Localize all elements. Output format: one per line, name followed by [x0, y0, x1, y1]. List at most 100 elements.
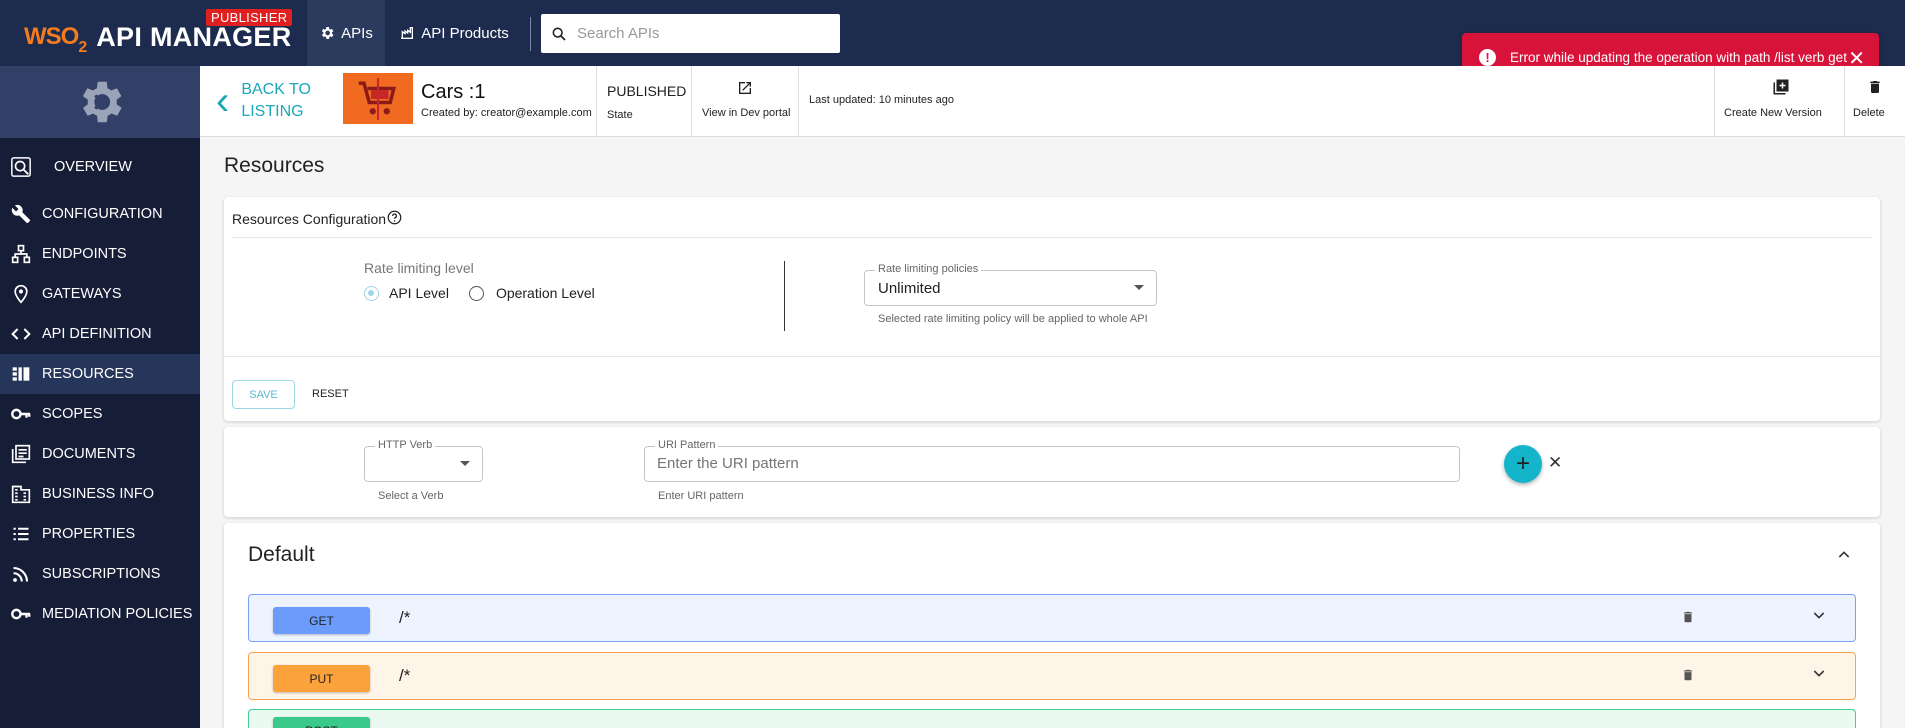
sidebar-item-label: ENDPOINTS — [42, 246, 127, 262]
sidebar-item-scopes[interactable]: SCOPES — [0, 394, 200, 434]
shopping-cart-icon — [358, 77, 396, 120]
sidebar-item-label: MEDIATION POLICIES — [42, 606, 193, 622]
sidebar-item-overview[interactable]: OVERVIEW — [0, 147, 200, 187]
create-new-version-label: Create New Version — [1724, 107, 1822, 119]
location-icon — [10, 283, 32, 305]
nav-apis[interactable]: APIs — [307, 0, 385, 66]
sidebar-item-label: CONFIGURATION — [42, 206, 163, 222]
last-updated-text: Last updated: 10 minutes ago — [809, 94, 954, 106]
vertical-divider — [784, 261, 785, 331]
api-level-label: API Level — [389, 285, 449, 301]
search-input[interactable] — [577, 25, 817, 42]
rate-limiting-level-group: API Level Operation Level — [364, 285, 595, 301]
save-button[interactable]: SAVE — [232, 380, 295, 409]
search-icon — [552, 27, 566, 41]
http-verb-select[interactable]: HTTP Verb — [364, 439, 483, 482]
resources-configuration-title-text: Resources Configuration — [232, 211, 387, 227]
operation-row-get[interactable]: GET /* — [248, 594, 1856, 642]
rate-limiting-policy-helper: Selected rate limiting policy will be ap… — [878, 313, 1148, 325]
api-header-bar: ‹ BACK TO LISTING Cars :1 Created by: cre… — [200, 66, 1905, 137]
clear-resource-button[interactable]: ✕ — [1548, 453, 1562, 473]
endpoints-icon — [10, 243, 32, 265]
trash-icon[interactable] — [1681, 609, 1695, 625]
nav-apis-label: APIs — [341, 24, 373, 42]
wso2-logo[interactable]: WSO2 API MANAGER — [24, 21, 292, 57]
uri-pattern-legend: URI Pattern — [655, 439, 719, 451]
publisher-badge: PUBLISHER — [206, 9, 293, 26]
sidebar-item-api-definition[interactable]: API DEFINITION — [0, 314, 200, 354]
resources-configuration-card: Resources Configuration Rate limiting le… — [224, 197, 1880, 421]
sidebar-item-mediation-policies[interactable]: MEDIATION POLICIES — [0, 594, 200, 634]
api-creator: Created by: creator@example.com — [421, 107, 592, 119]
rate-limiting-policy-select[interactable]: Rate limiting policies Unlimited — [864, 263, 1157, 306]
rss-icon — [10, 563, 32, 585]
add-resource-button[interactable]: + — [1504, 445, 1542, 483]
api-level-radio[interactable] — [364, 285, 379, 301]
wrench-icon — [10, 203, 32, 225]
nav-api-products-label: API Products — [421, 24, 509, 42]
open-external-icon — [739, 82, 751, 94]
back-to-listing-link[interactable]: ‹ BACK TO LISTING — [216, 79, 311, 123]
dropdown-arrow-icon — [460, 461, 470, 466]
nav-divider — [530, 17, 531, 51]
sidebar-item-label: GATEWAYS — [42, 286, 122, 302]
chevron-left-icon: ‹ — [216, 79, 230, 123]
reset-button[interactable]: RESET — [312, 388, 349, 400]
settings-gear-icon — [82, 81, 122, 123]
chevron-down-icon[interactable] — [1811, 607, 1827, 623]
sidebar-item-label: SCOPES — [42, 406, 103, 422]
create-new-version-button[interactable]: Create New Version — [1714, 66, 1844, 137]
search-box[interactable] — [541, 14, 840, 53]
uri-pattern-input[interactable] — [657, 455, 1447, 472]
sidebar-item-label: DOCUMENTS — [42, 446, 136, 462]
building-icon — [10, 483, 32, 505]
http-verb-helper: Select a Verb — [378, 490, 444, 502]
group-title: Default — [248, 543, 315, 566]
operation-row-post[interactable]: POST — [248, 709, 1856, 728]
error-icon: ! — [1479, 48, 1496, 66]
sidebar-item-label: BUSINESS INFO — [42, 486, 154, 502]
verb-badge-post: POST — [273, 717, 370, 728]
add-resource-card: HTTP Verb Select a Verb URI Pattern Ente… — [224, 427, 1880, 517]
uri-pattern-helper: Enter URI pattern — [658, 490, 744, 502]
chevron-down-icon[interactable] — [1811, 665, 1827, 681]
back-line-1: BACK TO — [241, 81, 311, 98]
view-in-dev-portal-label: View in Dev portal — [702, 107, 791, 119]
add-box-icon — [1773, 79, 1789, 95]
sidebar-item-gateways[interactable]: GATEWAYS — [0, 274, 200, 314]
operation-level-label: Operation Level — [495, 285, 595, 301]
sidebar-item-label: RESOURCES — [42, 366, 134, 382]
trash-icon[interactable] — [1681, 667, 1695, 683]
rate-limiting-policy-value: Unlimited — [878, 280, 941, 297]
sidebar-item-properties[interactable]: PROPERTIES — [0, 514, 200, 554]
operation-row-put[interactable]: PUT /* — [248, 652, 1856, 700]
http-verb-legend: HTTP Verb — [375, 439, 436, 451]
sidebar-item-resources[interactable]: RESOURCES — [0, 354, 200, 394]
api-state-cell: PUBLISHED State — [596, 66, 691, 137]
chevron-up-icon[interactable] — [1836, 547, 1852, 563]
sidebar-item-label: API DEFINITION — [42, 326, 152, 342]
operation-level-radio[interactable] — [468, 285, 484, 301]
delete-api-button[interactable]: Delete — [1844, 66, 1905, 137]
api-thumbnail — [343, 73, 413, 124]
logo-wso2: WSO2 — [24, 23, 87, 56]
products-icon — [401, 27, 414, 39]
list-icon — [10, 523, 32, 545]
back-line-2: LISTING — [241, 103, 304, 120]
sidebar-item-configuration[interactable]: CONFIGURATION — [0, 194, 200, 234]
sidebar-item-documents[interactable]: DOCUMENTS — [0, 434, 200, 474]
sidebar-item-subscriptions[interactable]: SUBSCRIPTIONS — [0, 554, 200, 594]
divider — [232, 237, 1872, 238]
sidebar-item-endpoints[interactable]: ENDPOINTS — [0, 234, 200, 274]
resources-configuration-title: Resources Configuration — [232, 210, 402, 227]
logo-product-name: API MANAGER — [96, 21, 292, 52]
api-state-label: State — [607, 109, 633, 121]
sidebar-item-business-info[interactable]: BUSINESS INFO — [0, 474, 200, 514]
rate-limiting-policy-legend: Rate limiting policies — [875, 263, 982, 275]
sidebar-item-label: PROPERTIES — [42, 526, 136, 542]
help-icon[interactable] — [387, 210, 402, 225]
uri-pattern-field[interactable]: URI Pattern — [644, 439, 1460, 482]
view-in-dev-portal-button[interactable]: View in Dev portal — [691, 66, 798, 137]
nav-api-products[interactable]: API Products — [392, 0, 516, 66]
last-updated-cell: Last updated: 10 minutes ago — [798, 66, 1198, 137]
